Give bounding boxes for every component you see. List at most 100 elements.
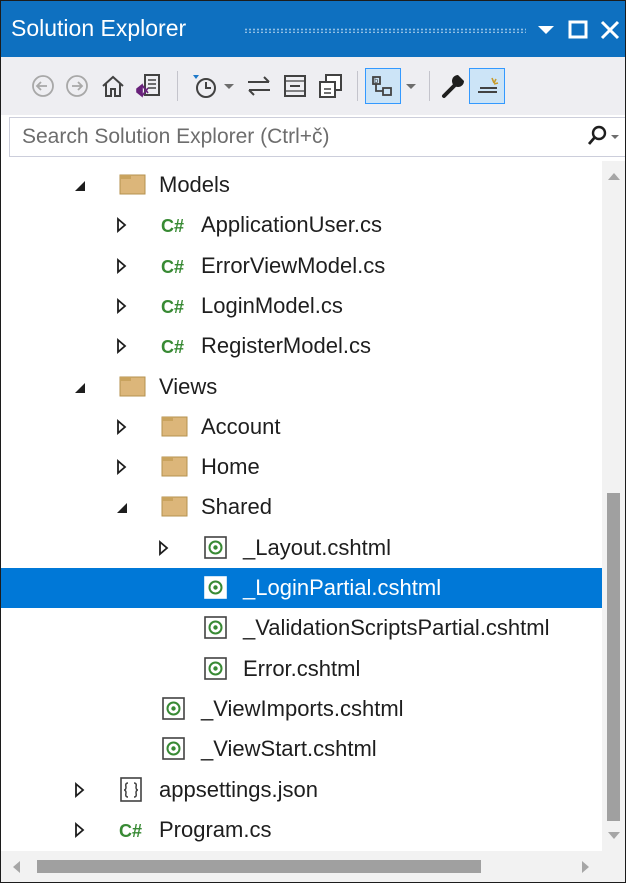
collapsed-arrow-icon[interactable] — [113, 447, 135, 487]
pin-preview-button[interactable] — [469, 68, 505, 104]
scroll-right-arrow-icon[interactable] — [581, 860, 591, 874]
tree-item-label: _LoginPartial.cshtml — [243, 575, 442, 600]
tree-item-label: Home — [201, 454, 260, 479]
svg-text:b: b — [374, 77, 379, 85]
folder-icon — [119, 165, 146, 205]
csharp-file-icon: C# — [161, 297, 185, 317]
razor-file-icon — [161, 689, 187, 729]
tree-file-item[interactable]: C# ApplicationUser.cs — [1, 205, 603, 245]
tree-item-label: Models — [159, 172, 230, 197]
tree-item-label: _ValidationScriptsPartial.cshtml — [243, 615, 550, 640]
expanded-arrow-icon[interactable] — [71, 367, 93, 407]
scroll-up-arrow-icon[interactable] — [607, 171, 621, 181]
solution-tree: Models C# ApplicationUser.cs C# ErrorViewMod… — [1, 161, 603, 851]
tree-file-item[interactable]: C# RegisterModel.cs — [1, 326, 603, 366]
tree-file-item[interactable]: _ViewStart.cshtml — [1, 729, 603, 769]
scroll-left-arrow-icon[interactable] — [11, 860, 21, 874]
tree-file-item[interactable]: _ViewImports.cshtml — [1, 689, 603, 729]
search-icon[interactable] — [585, 124, 619, 155]
expanded-arrow-icon[interactable] — [71, 165, 93, 205]
properties-wrench-button[interactable] — [435, 68, 471, 104]
tree-item-label: appsettings.json — [159, 777, 318, 802]
pending-changes-filter-button[interactable] — [187, 68, 223, 104]
tree-item-label: RegisterModel.cs — [201, 333, 371, 358]
toolbar: b — [1, 57, 625, 115]
collapsed-arrow-icon[interactable] — [113, 205, 135, 245]
vertical-scrollbar[interactable] — [602, 161, 625, 851]
folder-icon — [161, 447, 188, 487]
folder-icon — [161, 407, 188, 447]
csharp-file-icon: C# — [161, 337, 185, 357]
close-button[interactable] — [597, 15, 623, 43]
tree-item-label: ErrorViewModel.cs — [201, 253, 386, 278]
tree-file-item[interactable]: C# ErrorViewModel.cs — [1, 246, 603, 286]
show-all-files-button[interactable] — [313, 68, 349, 104]
switch-views-button[interactable] — [131, 68, 167, 104]
razor-file-icon — [203, 528, 229, 568]
tree-file-item[interactable]: C# Program.cs — [1, 810, 603, 850]
title-bar[interactable]: Solution Explorer — [1, 1, 625, 57]
tree-file-item[interactable]: _ValidationScriptsPartial.cshtml — [1, 608, 603, 648]
csharp-file-icon: C# — [161, 257, 185, 277]
collapsed-arrow-icon[interactable] — [113, 246, 135, 286]
tree-item-label: _Layout.cshtml — [243, 535, 391, 560]
razor-file-icon — [203, 608, 229, 648]
maximize-button[interactable] — [565, 15, 591, 43]
toolbar-separator — [357, 71, 358, 101]
search-input[interactable] — [10, 118, 570, 156]
vertical-scroll-thumb[interactable] — [607, 493, 620, 821]
razor-file-icon — [161, 729, 187, 769]
toolbar-separator — [177, 71, 178, 101]
collapsed-arrow-icon[interactable] — [113, 407, 135, 447]
csharp-file-icon: C# — [161, 216, 185, 236]
tree-item-label: LoginModel.cs — [201, 293, 343, 318]
horizontal-scrollbar[interactable] — [1, 851, 625, 882]
title-grip[interactable] — [244, 28, 526, 33]
sync-with-active-document-button[interactable] — [241, 68, 277, 104]
csharp-file-icon: C# — [119, 821, 143, 841]
horizontal-scroll-thumb[interactable] — [37, 860, 481, 873]
razor-file-icon — [203, 649, 229, 689]
tree-item-label: Error.cshtml — [243, 656, 361, 681]
preview-selected-items-button[interactable]: b — [365, 68, 401, 104]
tree-item-label: Shared — [201, 494, 272, 519]
back-button[interactable] — [25, 68, 61, 104]
expanded-arrow-icon[interactable] — [113, 487, 135, 527]
tree-item-label: Program.cs — [159, 817, 272, 842]
home-button[interactable] — [95, 68, 131, 104]
tree-item-label: _ViewImports.cshtml — [201, 696, 404, 721]
collapse-all-button[interactable] — [277, 68, 313, 104]
tree-folder-item[interactable]: Home — [1, 447, 603, 487]
collapsed-arrow-icon[interactable] — [71, 770, 93, 810]
collapsed-arrow-icon[interactable] — [113, 286, 135, 326]
solution-explorer-window: Solution Explorer b Search Solution Expl… — [0, 0, 626, 883]
tree-folder-item[interactable]: Shared — [1, 487, 603, 527]
window-menu-dropdown-button[interactable] — [533, 15, 559, 43]
tree-item-label: Views — [159, 374, 218, 399]
folder-icon — [161, 487, 188, 527]
tree-folder-item[interactable]: Models — [1, 165, 603, 205]
tree-file-item[interactable]: C# LoginModel.cs — [1, 286, 603, 326]
tree-item-label: Account — [201, 414, 281, 439]
tree-file-item[interactable]: _Layout.cshtml — [1, 528, 603, 568]
razor-file-icon — [203, 568, 229, 608]
tree-file-item[interactable]: _LoginPartial.cshtml — [1, 568, 603, 608]
tree-folder-item[interactable]: Views — [1, 367, 603, 407]
window-title: Solution Explorer — [11, 15, 187, 41]
tree-file-item[interactable]: Error.cshtml — [1, 649, 603, 689]
tree-item-label: ApplicationUser.cs — [201, 212, 382, 237]
tree-file-item[interactable]: appsettings.json — [1, 770, 603, 810]
tree-item-label: _ViewStart.cshtml — [201, 736, 377, 761]
tree-folder-item[interactable]: Account — [1, 407, 603, 447]
collapsed-arrow-icon[interactable] — [71, 810, 93, 850]
collapsed-arrow-icon[interactable] — [155, 528, 177, 568]
search-box[interactable] — [9, 117, 625, 157]
json-file-icon — [119, 770, 145, 810]
toolbar-separator — [429, 71, 430, 101]
preview-dropdown[interactable] — [401, 68, 421, 104]
scroll-down-arrow-icon[interactable] — [607, 831, 621, 841]
folder-icon — [119, 367, 146, 407]
pending-changes-dropdown[interactable] — [219, 68, 239, 104]
collapsed-arrow-icon[interactable] — [113, 326, 135, 366]
forward-button[interactable] — [59, 68, 95, 104]
